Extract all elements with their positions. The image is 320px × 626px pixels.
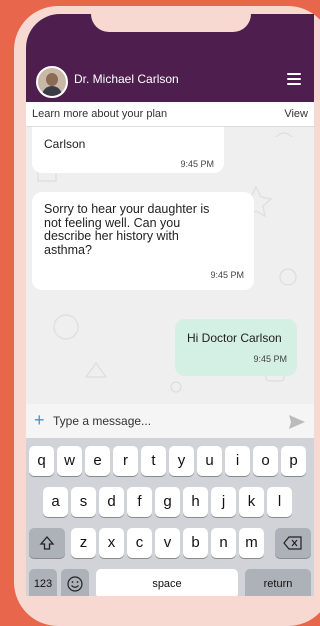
message-text: Hi Doctor Carlson [187,331,282,345]
message-incoming: Sorry to hear your daughter is not feeli… [32,192,254,290]
key-v[interactable]: v [155,528,180,558]
key-l[interactable]: l [267,487,292,517]
key-o[interactable]: o [253,446,278,476]
key-e[interactable]: e [85,446,110,476]
key-k[interactable]: k [239,487,264,517]
key-p[interactable]: p [281,446,306,476]
doctor-avatar[interactable] [36,66,68,98]
hamburger-menu-icon[interactable] [287,73,301,85]
key-m[interactable]: m [239,528,264,558]
key-h[interactable]: h [183,487,208,517]
key-i[interactable]: i [225,446,250,476]
avatar-body [42,86,62,96]
message-text: Carlson [44,137,86,151]
key-t[interactable]: t [141,446,166,476]
key-u[interactable]: u [197,446,222,476]
key-c[interactable]: c [127,528,152,558]
space-key[interactable]: space [96,569,238,596]
key-a[interactable]: a [43,487,68,517]
key-b[interactable]: b [183,528,208,558]
chat-thread[interactable]: Carlson 9:45 PM Sorry to hear your daugh… [26,127,314,404]
key-r[interactable]: r [113,446,138,476]
backspace-icon [283,536,302,550]
app-screen: Dr. Michael Carlson Learn more about you… [26,14,314,596]
shift-icon [39,536,55,550]
key-n[interactable]: n [211,528,236,558]
emoji-icon [67,576,83,592]
key-z[interactable]: z [71,528,96,558]
return-key[interactable]: return [245,569,311,596]
key-g[interactable]: g [155,487,180,517]
onscreen-keyboard: q w e r t y u i o p a s d f g h j k l z … [26,438,314,596]
emoji-key[interactable] [61,569,89,596]
message-time: 9:45 PM [210,270,244,280]
key-f[interactable]: f [127,487,152,517]
key-w[interactable]: w [57,446,82,476]
key-q[interactable]: q [29,446,54,476]
message-time: 9:45 PM [180,159,214,169]
message-incoming: Carlson 9:45 PM [32,127,224,173]
doctor-name: Dr. Michael Carlson [74,72,179,86]
message-input[interactable] [53,412,273,430]
shift-key[interactable] [29,528,65,558]
add-attachment-icon[interactable]: + [34,410,45,431]
avatar-head [46,73,58,86]
numbers-key[interactable]: 123 [29,569,57,596]
key-y[interactable]: y [169,446,194,476]
plan-banner-text: Learn more about your plan [32,108,168,120]
key-j[interactable]: j [211,487,236,517]
phone-notch [91,14,251,32]
message-time: 9:45 PM [253,354,287,364]
key-s[interactable]: s [71,487,96,517]
message-outgoing: Hi Doctor Carlson 9:45 PM [175,319,297,376]
message-composer: + [26,404,314,438]
chat-header: Dr. Michael Carlson [26,14,314,102]
send-icon[interactable] [289,415,305,429]
message-text: Sorry to hear your daughter is not feeli… [44,202,210,257]
key-d[interactable]: d [99,487,124,517]
key-x[interactable]: x [99,528,124,558]
view-plan-link[interactable]: View [284,108,308,120]
plan-banner: Learn more about your plan View [26,102,314,127]
backspace-key[interactable] [275,528,311,558]
